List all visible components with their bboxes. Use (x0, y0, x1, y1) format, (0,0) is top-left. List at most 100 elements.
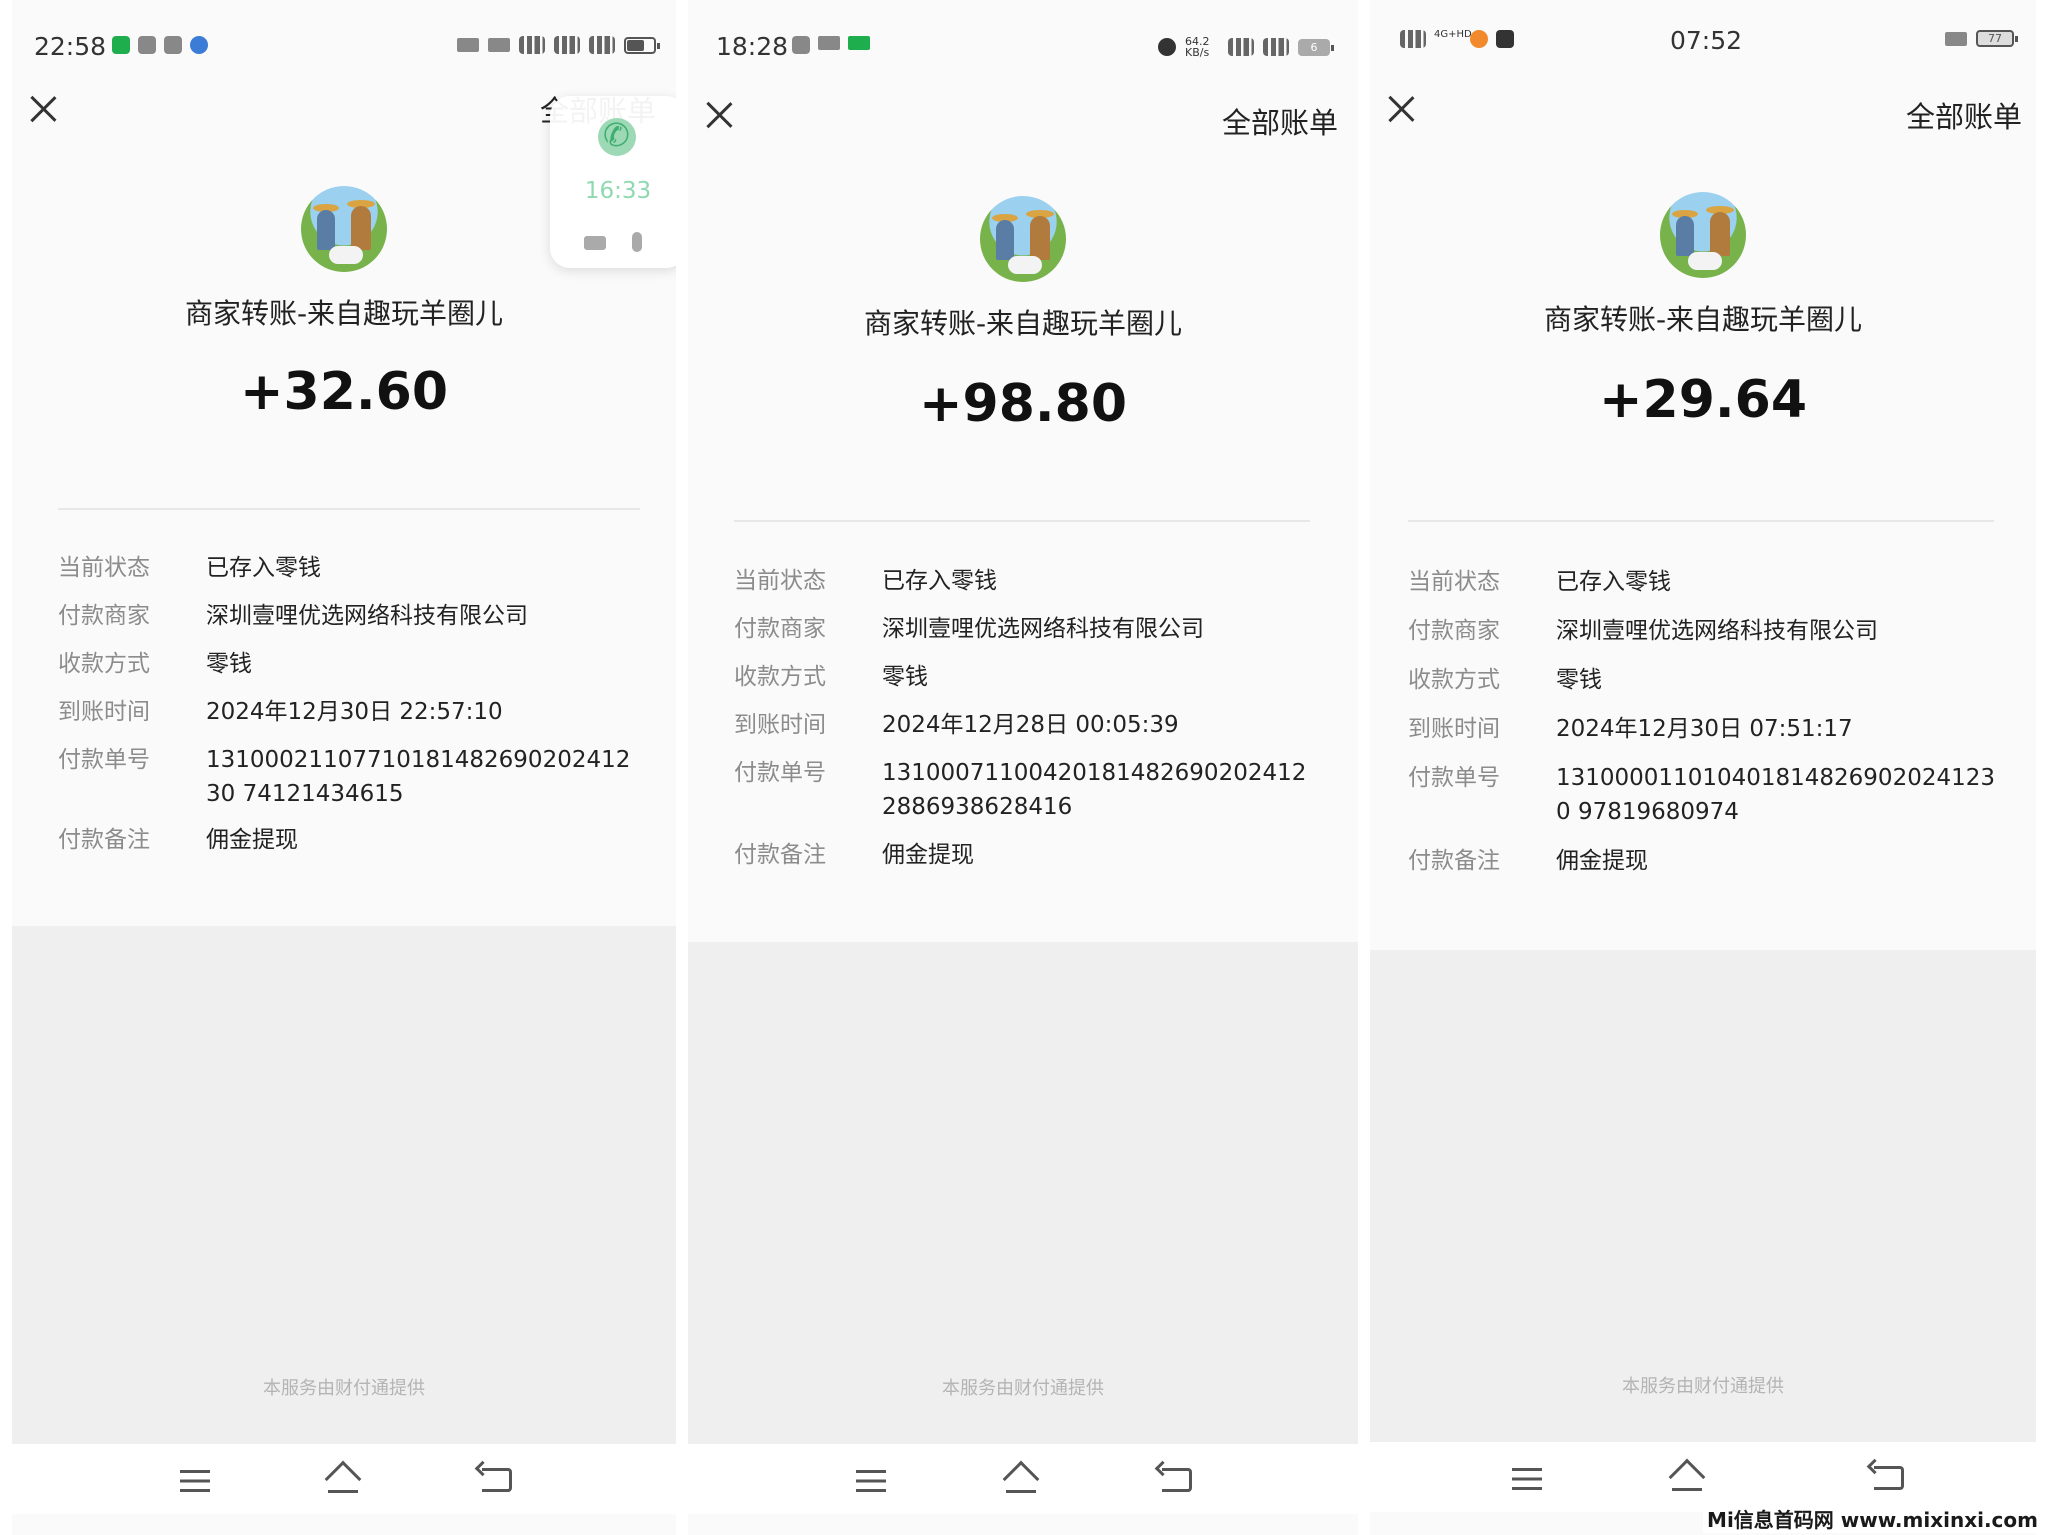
screenshot-collage: 22:58 全部账单 商家转账-来自趣玩羊圈儿 +32.6 (0, 0, 2048, 1535)
system-status-icons (457, 36, 660, 54)
wechat-icon (792, 36, 810, 54)
gray-area (1370, 950, 2036, 1442)
close-icon[interactable] (1384, 92, 1418, 126)
network-type: 4G+HD (1434, 29, 1472, 40)
battery-icon: 6 (1298, 38, 1334, 56)
system-nav-bar (1370, 1442, 2036, 1512)
merchant-title: 商家转账-来自趣玩羊圈儿 (1543, 303, 1863, 336)
status-time: 07:52 (1670, 26, 1743, 55)
back-icon[interactable] (482, 1468, 512, 1492)
merchant-avatar (1660, 192, 1746, 278)
status-bar: 18:28 64.2 KB/s 6 (688, 0, 1358, 80)
detail-row-order-no: 付款单号 1310000110104018148269020241230 978… (1408, 765, 1995, 825)
gray-area (688, 942, 1358, 1444)
merchant-avatar (980, 196, 1066, 282)
system-status-icons: 64.2 KB/s 6 (1158, 35, 1334, 59)
notification-icons (112, 36, 208, 54)
back-icon[interactable] (1162, 1468, 1192, 1492)
battery-icon (624, 36, 660, 54)
all-bills-link[interactable]: 全部账单 (1906, 94, 2022, 136)
phone-icon[interactable] (598, 116, 636, 156)
back-icon[interactable] (1874, 1466, 1904, 1490)
top-nav: 全部账单 (688, 86, 1358, 166)
system-nav-bar (688, 1444, 1358, 1514)
menu-icon[interactable] (856, 1470, 886, 1492)
detail-row-method: 收款方式 零钱 (1408, 667, 1602, 693)
merchant-title: 商家转账-来自趣玩羊圈儿 (863, 307, 1183, 340)
detail-row-method: 收款方式 零钱 (58, 651, 252, 677)
detail-row-method: 收款方式 零钱 (734, 664, 928, 690)
provider-note: 本服务由财付通提供 (1622, 1376, 1784, 1397)
signal-icon (519, 36, 545, 54)
divider (58, 508, 640, 510)
signal-icon (554, 36, 580, 54)
mute-icon (1945, 31, 1967, 46)
system-status-icons: 77 (1945, 30, 2018, 47)
transfer-detail-screen-1: 22:58 全部账单 商家转账-来自趣玩羊圈儿 +32.6 (12, 0, 676, 1535)
all-bills-link[interactable]: 全部账单 (1222, 100, 1338, 142)
detail-row-order-no: 付款单号 1310002110771018148269020241230 741… (58, 747, 631, 807)
call-floating-window[interactable]: 16:33 (550, 96, 676, 268)
amount: +32.60 (239, 362, 449, 422)
divider (1408, 520, 1994, 522)
notification-icons (792, 36, 870, 54)
battery-icon: 77 (1976, 30, 2018, 47)
app-icon (1470, 30, 1488, 48)
detail-row-time: 到账时间 2024年12月30日 22:57:10 (58, 699, 503, 725)
app-icon (818, 36, 840, 50)
menu-icon[interactable] (1512, 1468, 1542, 1490)
top-nav: 全部账单 (1370, 80, 2036, 160)
detail-row-time: 到账时间 2024年12月30日 07:51:17 (1408, 716, 1853, 742)
wifi-icon (589, 36, 615, 54)
detail-row-remark: 付款备注 佣金提现 (1408, 848, 1648, 874)
detail-row-status: 当前状态 已存入零钱 (734, 568, 997, 594)
menu-icon[interactable] (180, 1470, 210, 1492)
gray-area (12, 926, 676, 1444)
amount: +98.80 (918, 374, 1128, 434)
detail-row-merchant: 付款商家 深圳壹哩优选网络科技有限公司 (734, 616, 1204, 642)
mic-status-icon (457, 38, 479, 52)
notification-icons: 4G+HD (1400, 30, 1514, 48)
detail-row-remark: 付款备注 佣金提现 (734, 842, 974, 868)
amount: +29.64 (1598, 370, 1808, 430)
site-watermark: Mi信息首码网 www.mixinxi.com (1703, 1504, 2042, 1533)
detail-row-status: 当前状态 已存入零钱 (1408, 569, 1671, 595)
detail-row-remark: 付款备注 佣金提现 (58, 827, 298, 853)
video-icon[interactable] (584, 236, 606, 250)
status-time: 18:28 (716, 32, 789, 61)
wechat-icon (138, 36, 156, 54)
status-bar: 4G+HD 07:52 77 (1370, 0, 2036, 80)
app-icon (848, 36, 870, 50)
detail-row-time: 到账时间 2024年12月28日 00:05:39 (734, 712, 1179, 738)
status-bar: 22:58 (12, 0, 676, 80)
message-icon (112, 36, 130, 54)
app-icon (1496, 30, 1514, 48)
detail-row-order-no: 付款单号 13100071100420181482690202412288693… (734, 760, 1307, 820)
alarm-icon (1158, 38, 1176, 56)
system-nav-bar (12, 1444, 676, 1514)
home-icon[interactable] (324, 1460, 362, 1498)
detail-row-merchant: 付款商家 深圳壹哩优选网络科技有限公司 (58, 603, 528, 629)
home-icon[interactable] (1668, 1458, 1706, 1496)
mute-icon (488, 38, 510, 52)
mic-icon[interactable] (632, 232, 642, 252)
signal-icon (1263, 38, 1289, 56)
status-time: 22:58 (34, 32, 107, 61)
call-duration: 16:33 (584, 178, 652, 204)
provider-note: 本服务由财付通提供 (942, 1378, 1104, 1399)
home-icon[interactable] (1002, 1460, 1040, 1498)
merchant-title: 商家转账-来自趣玩羊圈儿 (184, 297, 504, 330)
provider-note: 本服务由财付通提供 (263, 1378, 425, 1399)
transfer-detail-screen-2: 18:28 64.2 KB/s 6 全部账单 商家转账-来自趣玩羊圈儿 +98.… (688, 0, 1358, 1535)
network-speed: 64.2 KB/s (1185, 35, 1210, 59)
signal-icon (1228, 38, 1254, 56)
wechat-icon (164, 36, 182, 54)
transfer-detail-screen-3: 4G+HD 07:52 77 全部账单 商家转账-来自趣玩羊圈儿 +29.64 … (1370, 0, 2036, 1535)
app-icon (190, 36, 208, 54)
close-icon[interactable] (702, 98, 736, 132)
detail-row-merchant: 付款商家 深圳壹哩优选网络科技有限公司 (1408, 618, 1878, 644)
close-icon[interactable] (26, 92, 60, 126)
divider (734, 520, 1310, 522)
signal-icon (1400, 30, 1426, 48)
detail-row-status: 当前状态 已存入零钱 (58, 555, 321, 581)
